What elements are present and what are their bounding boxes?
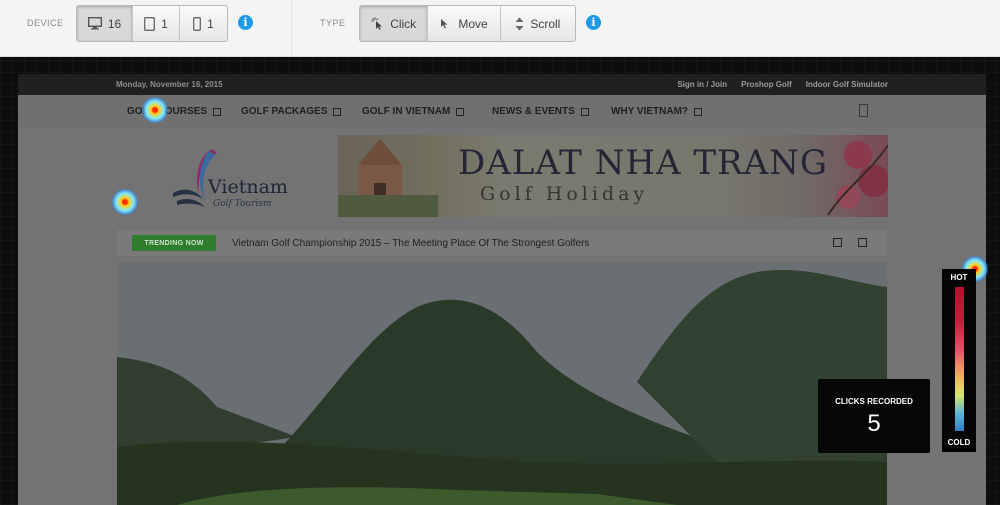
banner-subtitle: Golf Holiday	[480, 183, 649, 205]
device-selector: 16 1 1	[76, 5, 228, 42]
desktop-icon	[87, 17, 102, 30]
heatmap-toolbar: DEVICE 16 1 1 i TYPE Click Move Scroll i	[0, 0, 1000, 57]
type-selector: Click Move Scroll	[359, 5, 576, 42]
scroll-icon	[515, 17, 524, 31]
clicks-recorded-label: CLICKS RECORDED	[835, 397, 913, 406]
banner-title: DALAT NHA TRANG	[458, 143, 829, 183]
logo-tagline: Golf Tourism	[213, 199, 272, 209]
site-date: Monday, November 16, 2015	[116, 80, 223, 89]
site-topbar: Monday, November 16, 2015 Sign in / Join…	[18, 74, 986, 95]
trending-headline[interactable]: Vietnam Golf Championship 2015 – The Mee…	[232, 238, 589, 249]
legend-gradient-bar	[955, 287, 964, 431]
nav-square-icon	[333, 107, 342, 116]
nav-square-icon	[694, 107, 703, 116]
type-info-icon[interactable]: i	[586, 15, 601, 30]
device-phone-count: 1	[207, 16, 214, 31]
site-top-links: Sign in / Join Proshop Golf Indoor Golf …	[677, 80, 888, 89]
proshop-link[interactable]: Proshop Golf	[741, 80, 792, 89]
logo-wordmark: Vietnam	[208, 176, 288, 198]
legend-cold-label: COLD	[947, 438, 971, 447]
device-info-icon[interactable]: i	[238, 15, 253, 30]
type-click-label: Click	[390, 16, 417, 31]
clicks-recorded-value: 5	[867, 410, 881, 437]
signin-link[interactable]: Sign in / Join	[677, 80, 727, 89]
device-desktop-button[interactable]: 16	[77, 6, 133, 41]
click-cursor-icon	[371, 17, 384, 30]
heat-spot	[112, 189, 138, 215]
nav-square-icon	[456, 107, 465, 116]
device-phone-button[interactable]: 1	[180, 6, 227, 41]
nav-golf-in-vietnam[interactable]: GOLF IN VIETNAM	[362, 106, 465, 117]
hero-image[interactable]	[117, 262, 887, 505]
device-label: DEVICE	[27, 18, 64, 28]
device-desktop-count: 16	[107, 16, 122, 31]
device-tablet-count: 1	[161, 16, 168, 31]
nav-news-events[interactable]: NEWS & EVENTS	[492, 106, 589, 117]
nav-square-icon	[213, 107, 222, 116]
heatmap-stage: Monday, November 16, 2015 Sign in / Join…	[0, 57, 1000, 505]
trending-bar: TRENDING NOW Vietnam Golf Championship 2…	[117, 230, 887, 256]
heat-legend: HOT COLD	[942, 269, 976, 452]
trending-prev-icon[interactable]	[833, 238, 842, 247]
device-tablet-button[interactable]: 1	[133, 6, 180, 41]
type-click-button[interactable]: Click	[360, 6, 429, 41]
type-label: TYPE	[320, 18, 346, 28]
temple-image	[338, 139, 438, 217]
blossom-image	[827, 141, 888, 216]
nav-label: NEWS & EVENTS	[492, 106, 575, 117]
trending-next-icon[interactable]	[858, 238, 867, 247]
type-move-button[interactable]: Move	[428, 6, 501, 41]
promo-banner[interactable]: DALAT NHA TRANG Golf Holiday	[338, 135, 888, 217]
move-cursor-icon	[440, 18, 452, 30]
nav-why-vietnam[interactable]: WHY VIETNAM?	[611, 106, 703, 117]
type-scroll-button[interactable]: Scroll	[500, 6, 575, 41]
tablet-icon	[144, 16, 156, 31]
simulator-link[interactable]: Indoor Golf Simulator	[806, 80, 888, 89]
trending-badge: TRENDING NOW	[132, 235, 216, 251]
nav-label: GOLF IN VIETNAM	[362, 106, 451, 117]
nav-golf-packages[interactable]: GOLF PACKAGES	[241, 106, 342, 117]
mountain-landscape-image	[117, 262, 887, 505]
toolbar-divider	[291, 0, 292, 57]
legend-hot-label: HOT	[950, 273, 968, 282]
nav-label: WHY VIETNAM?	[611, 106, 689, 117]
heat-spot	[142, 97, 168, 123]
type-scroll-label: Scroll	[530, 16, 561, 31]
phone-icon	[193, 16, 202, 31]
type-move-label: Move	[458, 16, 488, 31]
nav-label: GOLF PACKAGES	[241, 106, 328, 117]
clicks-recorded-panel: CLICKS RECORDED 5	[818, 379, 930, 453]
mobile-menu-icon[interactable]	[859, 104, 868, 117]
nav-square-icon	[580, 107, 589, 116]
